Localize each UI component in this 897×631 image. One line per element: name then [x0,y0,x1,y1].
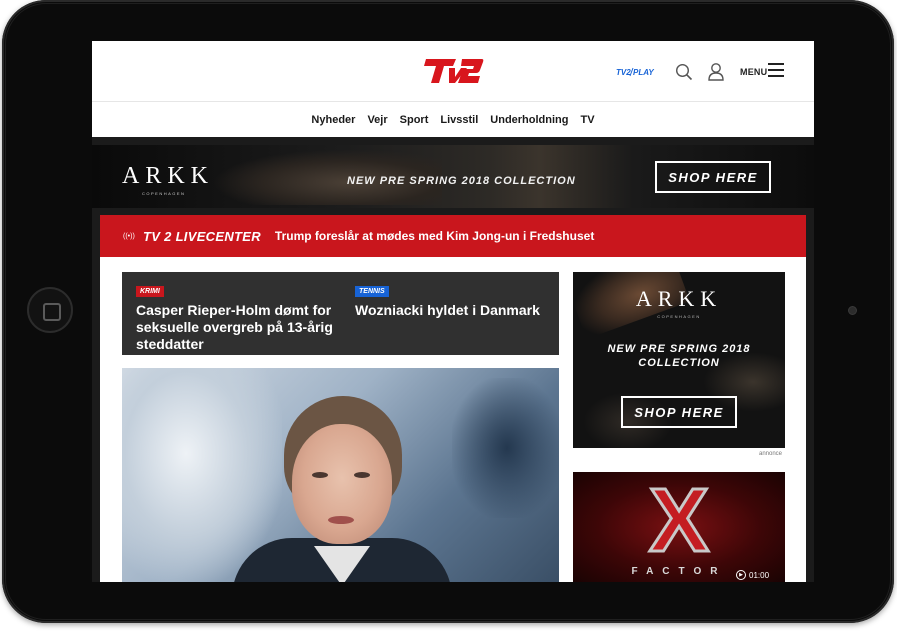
tv2-logo[interactable] [422,55,484,87]
sidebar-ad-tagline-line: COLLECTION [638,357,720,369]
news-card[interactable]: KRIMI Casper Rieper-Holm dømt for seksue… [136,280,336,353]
sidebar-ad-brand-sub: COPENHAGEN [657,314,701,319]
category-tag: TENNIS [355,286,389,297]
tv2-play-logo[interactable]: TV2 PLAY [616,66,658,78]
play-icon[interactable]: ▶ [736,570,746,580]
livecenter-bar[interactable]: ((•)) TV 2 LIVECENTER Trump foreslår at … [100,215,806,257]
camera-lens [848,306,857,315]
nav-item-nyheder[interactable]: Nyheder [305,114,361,126]
livecenter-headline[interactable]: Trump foreslår at mødes med Kim Jong-un … [275,229,594,243]
banner-brand-sub: COPENHAGEN [142,191,186,196]
sidebar-ad-brand: ARKK [635,286,723,311]
hamburger-menu-icon[interactable] [768,63,784,77]
news-title[interactable]: Wozniacki hyldet i Danmark [355,302,555,319]
nav-item-sport[interactable]: Sport [394,114,435,126]
nav-item-livsstil[interactable]: Livsstil [434,114,484,126]
main-content: KRIMI Casper Rieper-Holm dømt for seksue… [100,257,806,582]
page-body: ARKK COPENHAGEN NEW PRE SPRING 2018 COLL… [92,137,814,582]
live-broadcast-icon: ((•)) [123,232,135,240]
portrait-mouth [328,516,354,524]
svg-text:TV2: TV2 [616,68,631,77]
news-strip: KRIMI Casper Rieper-Holm dømt for seksue… [122,272,559,355]
background-blur [452,378,559,518]
banner-ad[interactable]: ARKK COPENHAGEN NEW PRE SPRING 2018 COLL… [92,145,814,208]
site-header: TV2 PLAY MENU [92,41,814,101]
banner-brand: ARKK [122,163,215,189]
sidebar-ad-tagline: NEW PRE SPRING 2018 COLLECTION [573,342,785,370]
video-duration[interactable]: ▶ 01:00 [736,570,769,580]
news-card[interactable]: TENNIS Wozniacki hyldet i Danmark [355,280,555,319]
hero-article-image[interactable] [122,368,559,582]
nav-item-tv[interactable]: TV [575,114,601,126]
video-duration-text: 01:00 [749,570,770,580]
browser-screen: TV2 PLAY MENU Nyheder Vejr Sport Livssti… [92,41,814,582]
portrait-eye [312,472,328,478]
search-icon[interactable] [675,63,693,81]
banner-shop-button[interactable]: SHOP HERE [655,161,771,193]
nav-item-underholdning[interactable]: Underholdning [484,114,574,126]
nav-item-vejr[interactable]: Vejr [361,114,393,126]
sidebar-ad[interactable]: ARKK COPENHAGEN NEW PRE SPRING 2018 COLL… [573,272,785,448]
video-thumbnail[interactable]: X FACTOR ▶ 01:00 [573,472,785,582]
banner-tagline: NEW PRE SPRING 2018 COLLECTION [347,175,576,187]
user-icon[interactable] [707,62,725,82]
xfactor-logo-x: X [647,472,710,571]
livecenter-title[interactable]: TV 2 LIVECENTER [143,229,261,244]
portrait-eye [354,472,370,478]
sidebar-ad-tagline-line: NEW PRE SPRING 2018 [607,343,751,355]
portrait-face [292,424,392,544]
main-navigation: Nyheder Vejr Sport Livsstil Underholdnin… [92,101,814,137]
menu-label[interactable]: MENU [740,67,767,77]
home-button[interactable] [27,287,73,333]
ipad-frame: TV2 PLAY MENU Nyheder Vejr Sport Livssti… [2,0,894,623]
ad-label: annonce [759,451,783,457]
sidebar-shop-button[interactable]: SHOP HERE [621,396,737,428]
news-title[interactable]: Casper Rieper-Holm dømt for seksuelle ov… [136,302,336,353]
category-tag: KRIMI [136,286,164,297]
svg-text:PLAY: PLAY [633,68,654,77]
